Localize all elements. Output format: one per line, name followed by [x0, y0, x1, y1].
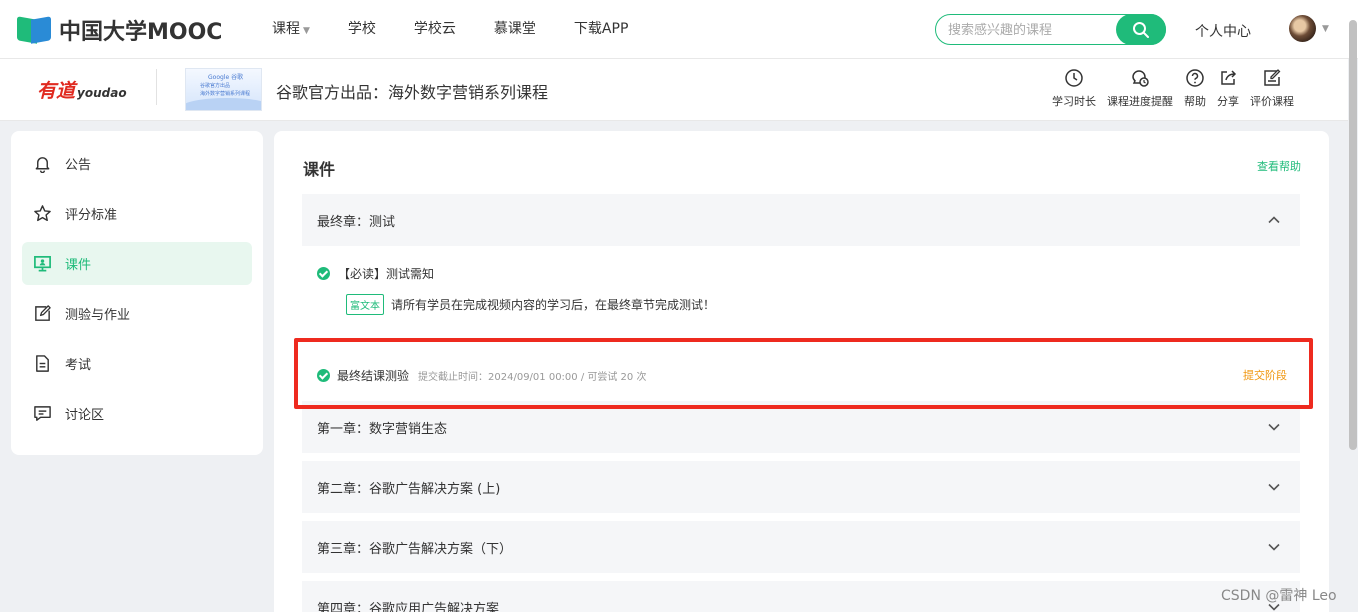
chapter-3[interactable]: 第三章：谷歌广告解决方案（下） [302, 521, 1300, 573]
main-nav: 课程 ▼ 学校 学校云 慕课堂 下载APP [272, 18, 666, 38]
sidebar-item-grading[interactable]: 评分标准 [22, 192, 252, 235]
course-header: 有道 youdao Google 谷歌 谷歌官方出品 海外数字营销系列课程 谷歌… [0, 59, 1348, 121]
chapter-final[interactable]: 最终章：测试 [302, 194, 1300, 246]
quiz-stage-link[interactable]: 提交阶段 [1243, 367, 1287, 383]
rich-text-content: 请所有学员在完成视频内容的学习后，在最终章节完成测试！ [391, 298, 716, 312]
discussion-icon [34, 406, 51, 421]
study-time-button[interactable]: 学习时长 [1052, 68, 1096, 109]
sidebar-item-label: 公告 [65, 158, 92, 173]
courseware-panel: 课件 查看帮助 最终章：测试 【必读】测试需知 富文本 请所有学员在完成视频内容… [274, 131, 1329, 612]
mooc-logo-icon [17, 16, 53, 44]
help-icon [1186, 69, 1204, 87]
review-course-button[interactable]: 评价课程 [1250, 68, 1294, 109]
search-input[interactable] [948, 20, 1108, 40]
tool-label: 课程进度提醒 [1107, 95, 1173, 108]
divider [156, 69, 157, 105]
completed-check-icon [317, 267, 330, 280]
search-box [935, 14, 1166, 45]
logo-text: 中国大学MOOC [59, 20, 223, 45]
share-button[interactable]: 分享 [1217, 68, 1239, 109]
chapter-title: 第一章：数字营销生态 [317, 422, 448, 437]
chevron-down-icon [1268, 543, 1280, 551]
view-help-link[interactable]: 查看帮助 [1257, 158, 1301, 174]
sidebar-item-exams[interactable]: 考试 [22, 342, 252, 385]
thumbnail-text: 谷歌官方出品 [200, 83, 231, 89]
help-button[interactable]: 帮助 [1184, 68, 1206, 109]
sidebar-item-label: 评分标准 [65, 208, 118, 223]
watermark: CSDN @雷神 Leo [1221, 588, 1337, 604]
youdao-logo-en: youdao [77, 86, 127, 100]
lesson-title: 【必读】测试需知 [338, 267, 435, 281]
chevron-up-icon [1268, 216, 1280, 224]
courseware-icon [34, 255, 51, 272]
lesson-item[interactable]: 【必读】测试需知 [317, 265, 434, 282]
star-icon [34, 205, 51, 222]
nav-item-school-cloud[interactable]: 学校云 [414, 18, 456, 38]
completed-check-icon [317, 369, 330, 382]
chapter-2[interactable]: 第二章：谷歌广告解决方案 (上) [302, 461, 1300, 513]
sidebar-item-announcements[interactable]: 公告 [22, 142, 252, 185]
chevron-down-icon [1268, 483, 1280, 491]
share-icon [1221, 70, 1237, 85]
progress-reminder-button[interactable]: 课程进度提醒 [1107, 68, 1173, 109]
thumbnail-text: 海外数字营销系列课程 [200, 91, 251, 97]
chapter-title: 第四章：谷歌应用广告解决方案 [317, 602, 500, 612]
chapter-title: 第三章：谷歌广告解决方案（下） [317, 542, 513, 557]
edit-icon [35, 305, 51, 321]
youdao-logo-cn: 有道 [37, 80, 76, 102]
exam-icon [36, 355, 49, 372]
quiz-deadline-info: 提交截止时间：2024/09/01 00:00 / 可尝试 20 次 [418, 372, 647, 383]
sidebar-item-label: 考试 [65, 358, 92, 373]
mooc-logo[interactable]: 中国大学MOOC [17, 14, 222, 46]
chapter-title: 最终章：测试 [317, 215, 396, 230]
chapter-4[interactable]: 第四章：谷歌应用广告解决方案 [302, 581, 1300, 612]
course-sidebar: 公告 评分标准 课件 测验与作业 考试 讨论区 [11, 131, 263, 455]
sidebar-item-discussion[interactable]: 讨论区 [22, 392, 252, 435]
course-title: 谷歌官方出品：海外数字营销系列课程 [276, 83, 549, 102]
rich-text-tag: 富文本 [346, 294, 384, 315]
tool-label: 分享 [1217, 95, 1239, 108]
sidebar-item-label: 讨论区 [65, 408, 105, 423]
youdao-logo: 有道 youdao [37, 76, 127, 103]
progress-reminder-icon [1132, 70, 1149, 87]
chapter-title: 第二章：谷歌广告解决方案 (上) [317, 482, 501, 497]
chapter-1[interactable]: 第一章：数字营销生态 [302, 401, 1300, 453]
clock-icon [1065, 69, 1083, 87]
chevron-down-icon: ▼ [303, 26, 310, 36]
nav-item-download-app[interactable]: 下载APP [574, 18, 628, 38]
course-tools: 学习时长 课程进度提醒 帮助 分享 评价课程 [1052, 68, 1305, 109]
bell-icon [35, 157, 50, 173]
thumbnail-text: Google 谷歌 [208, 74, 244, 81]
sidebar-item-courseware[interactable]: 课件 [22, 242, 252, 285]
chevron-down-icon [1268, 423, 1280, 431]
page-scrollbar[interactable] [1349, 20, 1357, 450]
rich-text-unit[interactable]: 富文本 请所有学员在完成视频内容的学习后，在最终章节完成测试！ [346, 294, 715, 315]
personal-center-link[interactable]: 个人中心 [1195, 21, 1251, 41]
final-quiz-item[interactable]: 最终结课测验 提交截止时间：2024/09/01 00:00 / 可尝试 20 … [317, 367, 1287, 384]
page-title: 课件 [303, 160, 336, 179]
quiz-title: 最终结课测验 [337, 369, 410, 383]
sidebar-item-quizzes[interactable]: 测验与作业 [22, 292, 252, 335]
nav-item-schools[interactable]: 学校 [348, 18, 376, 38]
chevron-down-icon[interactable]: ▼ [1322, 24, 1329, 34]
sidebar-item-label: 测验与作业 [65, 308, 131, 323]
sidebar-item-label: 课件 [65, 258, 92, 273]
nav-label: 课程 [272, 21, 300, 37]
review-icon [1264, 69, 1281, 86]
thumbnail-decoration [186, 98, 261, 110]
tool-label: 学习时长 [1052, 95, 1096, 108]
avatar[interactable] [1289, 15, 1316, 42]
top-navigation-bar: 中国大学MOOC 课程▼ 学校 学校云 慕课堂 下载APP 个人中心 ▼ [0, 0, 1358, 59]
search-button[interactable] [1116, 14, 1166, 45]
search-icon [1133, 21, 1149, 38]
tool-label: 帮助 [1184, 95, 1206, 108]
nav-item-mooc-classroom[interactable]: 慕课堂 [494, 18, 536, 38]
course-thumbnail: Google 谷歌 谷歌官方出品 海外数字营销系列课程 [185, 68, 262, 111]
tool-label: 评价课程 [1250, 95, 1294, 108]
nav-item-courses[interactable]: 课程 ▼ [272, 18, 310, 38]
